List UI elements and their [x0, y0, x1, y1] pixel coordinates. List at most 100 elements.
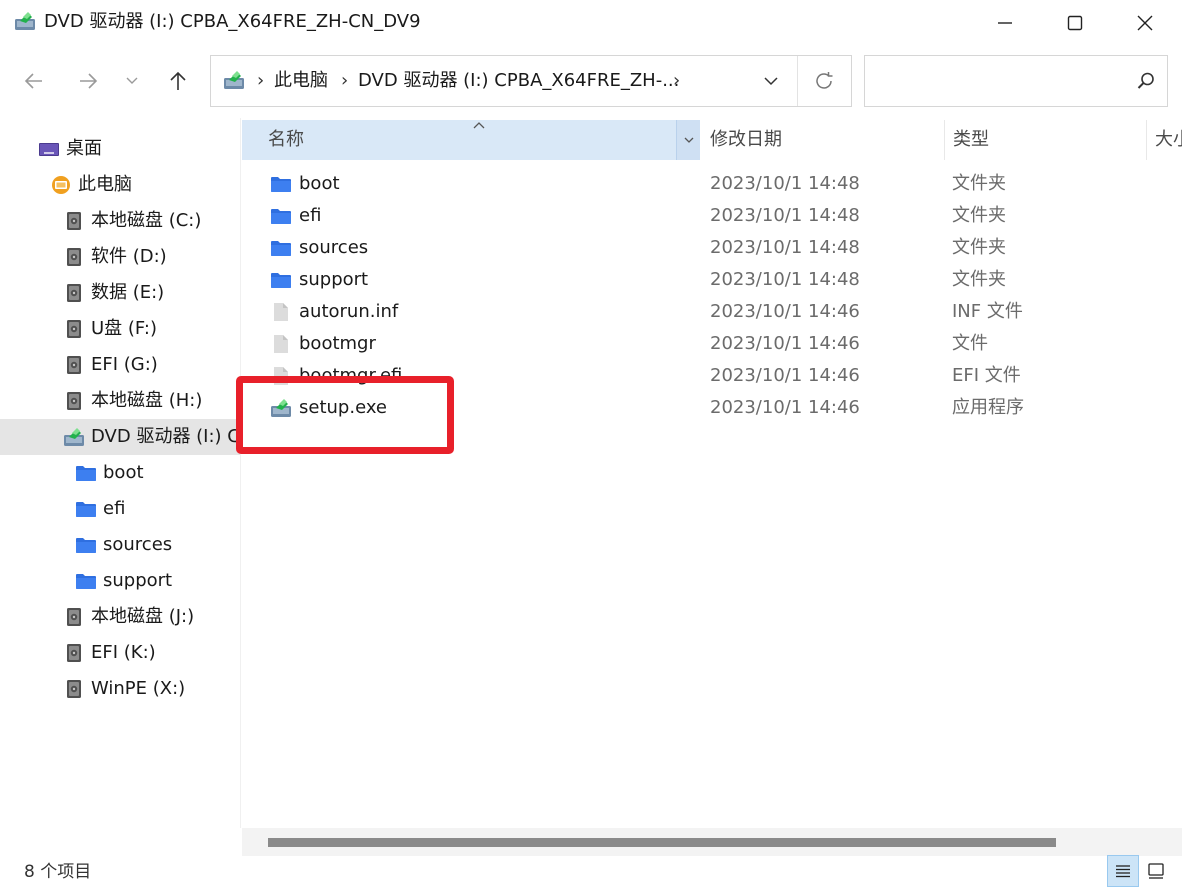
file-row[interactable]: support 2023/10/1 14:48 文件夹: [242, 264, 1182, 296]
nav-tree-item[interactable]: 软件 (D:): [0, 239, 240, 275]
file-row[interactable]: bootmgr.efi 2023/10/1 14:46 EFI 文件: [242, 360, 1182, 392]
file-row[interactable]: efi 2023/10/1 14:48 文件夹: [242, 200, 1182, 232]
nav-tree-item[interactable]: 桌面: [0, 131, 240, 167]
dvd-drive-icon: [15, 12, 35, 30]
column-header-date[interactable]: 修改日期: [700, 120, 944, 160]
file-type: 应用程序: [952, 397, 1024, 418]
nav-tree-item[interactable]: boot: [0, 455, 240, 491]
nav-tree-item[interactable]: 数据 (E:): [0, 275, 240, 311]
nav-tree-item-label: 数据 (E:): [91, 282, 165, 303]
file-date: 2023/10/1 14:48: [710, 173, 860, 194]
setup-app-icon: [271, 399, 291, 417]
chevron-down-icon: [684, 137, 693, 143]
breadcrumb-this-pc[interactable]: 此电脑: [274, 68, 328, 94]
drive-icon: [67, 284, 81, 302]
folder-icon: [271, 177, 291, 192]
drive-icon: [67, 248, 81, 266]
address-history-dropdown[interactable]: [757, 66, 785, 96]
column-header-size[interactable]: 大小: [1146, 120, 1182, 160]
nav-tree-item[interactable]: DVD 驱动器 (I:) CPBA_X64FRE_ZH-CN_DV9: [0, 419, 240, 455]
back-button[interactable]: [14, 60, 54, 102]
nav-tree-item[interactable]: U盘 (F:): [0, 311, 240, 347]
search-icon[interactable]: [1135, 70, 1157, 92]
file-date: 2023/10/1 14:48: [710, 237, 860, 258]
file-date: 2023/10/1 14:46: [710, 333, 860, 354]
close-button[interactable]: [1110, 0, 1180, 46]
nav-tree-item-label: U盘 (F:): [91, 318, 157, 339]
forward-button[interactable]: [68, 60, 108, 102]
folder-icon: [76, 466, 96, 481]
this-pc-icon: [52, 176, 70, 194]
nav-tree-item[interactable]: 本地磁盘 (J:): [0, 599, 240, 635]
column-header-type[interactable]: 类型: [944, 120, 1146, 160]
file-row[interactable]: sources 2023/10/1 14:48 文件夹: [242, 232, 1182, 264]
nav-tree-item[interactable]: EFI (G:): [0, 347, 240, 383]
file-type: 文件夹: [952, 237, 1006, 258]
maximize-button[interactable]: [1040, 0, 1110, 46]
horizontal-scrollbar-thumb[interactable]: [268, 838, 1056, 847]
drive-icon: [67, 680, 81, 698]
file-type: 文件夹: [952, 173, 1006, 194]
minimize-button[interactable]: [970, 0, 1040, 46]
file-name: support: [299, 269, 369, 290]
file-name: bootmgr.efi: [299, 365, 403, 386]
column-header-size-label: 大小: [1155, 129, 1182, 150]
file-name: setup.exe: [299, 397, 387, 418]
nav-tree-item[interactable]: efi: [0, 491, 240, 527]
address-divider: [797, 56, 798, 106]
refresh-button[interactable]: [809, 66, 839, 96]
navigation-pane[interactable]: 桌面此电脑 本地磁盘 (C:) 软件 (D:) 数据 (E:) U盘 (F:) EFI (…: [0, 118, 240, 828]
large-icons-view-button[interactable]: [1140, 855, 1172, 887]
drive-icon: [67, 392, 81, 410]
breadcrumb-dvd-drive[interactable]: DVD 驱动器 (I:) CPBA_X64FRE_ZH-...: [358, 68, 679, 94]
nav-tree-item-label: EFI (G:): [91, 354, 158, 375]
file-icon: [274, 367, 288, 385]
nav-tree-item-label: 桌面: [66, 138, 102, 159]
column-header-type-label: 类型: [953, 129, 989, 150]
nav-tree-item-label: 本地磁盘 (H:): [91, 390, 203, 411]
file-icon: [274, 335, 288, 353]
file-type: 文件: [952, 333, 988, 354]
recent-locations-button[interactable]: [114, 60, 150, 102]
file-row[interactable]: bootmgr 2023/10/1 14:46 文件: [242, 328, 1182, 360]
refresh-icon: [816, 72, 833, 89]
file-row[interactable]: autorun.inf 2023/10/1 14:46 INF 文件: [242, 296, 1182, 328]
nav-tree-item[interactable]: 此电脑: [0, 167, 240, 203]
nav-tree-item[interactable]: WinPE (X:): [0, 671, 240, 707]
folder-icon: [76, 502, 96, 517]
nav-tree-item-label: 本地磁盘 (J:): [91, 606, 195, 627]
nav-tree-item[interactable]: 本地磁盘 (C:): [0, 203, 240, 239]
chevron-down-icon: [764, 77, 778, 86]
search-box[interactable]: [864, 55, 1168, 107]
file-date: 2023/10/1 14:48: [710, 205, 860, 226]
column-header-name-label: 名称: [268, 129, 304, 150]
column-filter-dropdown[interactable]: [676, 120, 700, 160]
nav-tree-item[interactable]: sources: [0, 527, 240, 563]
arrow-up-icon: [170, 71, 186, 90]
file-name: sources: [299, 237, 369, 258]
drive-icon: [67, 644, 81, 662]
address-bar[interactable]: › 此电脑 › DVD 驱动器 (I:) CPBA_X64FRE_ZH-... …: [210, 55, 852, 107]
nav-tree-item[interactable]: support: [0, 563, 240, 599]
nav-tree-item[interactable]: EFI (K:): [0, 635, 240, 671]
arrow-right-icon: [80, 73, 98, 89]
column-header-name[interactable]: 名称: [242, 120, 700, 160]
nav-tree-item-label: sources: [103, 534, 173, 555]
breadcrumb-separator[interactable]: ›: [673, 68, 680, 94]
folder-icon: [76, 538, 96, 553]
file-date: 2023/10/1 14:46: [710, 397, 860, 418]
file-row[interactable]: boot 2023/10/1 14:48 文件夹: [242, 168, 1182, 200]
window-title: DVD 驱动器 (I:) CPBA_X64FRE_ZH-CN_DV9: [44, 11, 421, 32]
folder-icon: [271, 241, 291, 256]
file-date: 2023/10/1 14:46: [710, 301, 860, 322]
nav-tree-item[interactable]: 本地磁盘 (H:): [0, 383, 240, 419]
details-view-button[interactable]: [1107, 855, 1139, 887]
navigation-pane-divider[interactable]: [240, 118, 241, 828]
file-date: 2023/10/1 14:48: [710, 269, 860, 290]
search-input[interactable]: [875, 66, 1125, 96]
up-button[interactable]: [158, 60, 198, 102]
chevron-down-icon: [126, 77, 138, 84]
file-type: 文件夹: [952, 205, 1006, 226]
close-icon: [1137, 15, 1153, 31]
file-row[interactable]: setup.exe 2023/10/1 14:46 应用程序: [242, 392, 1182, 424]
